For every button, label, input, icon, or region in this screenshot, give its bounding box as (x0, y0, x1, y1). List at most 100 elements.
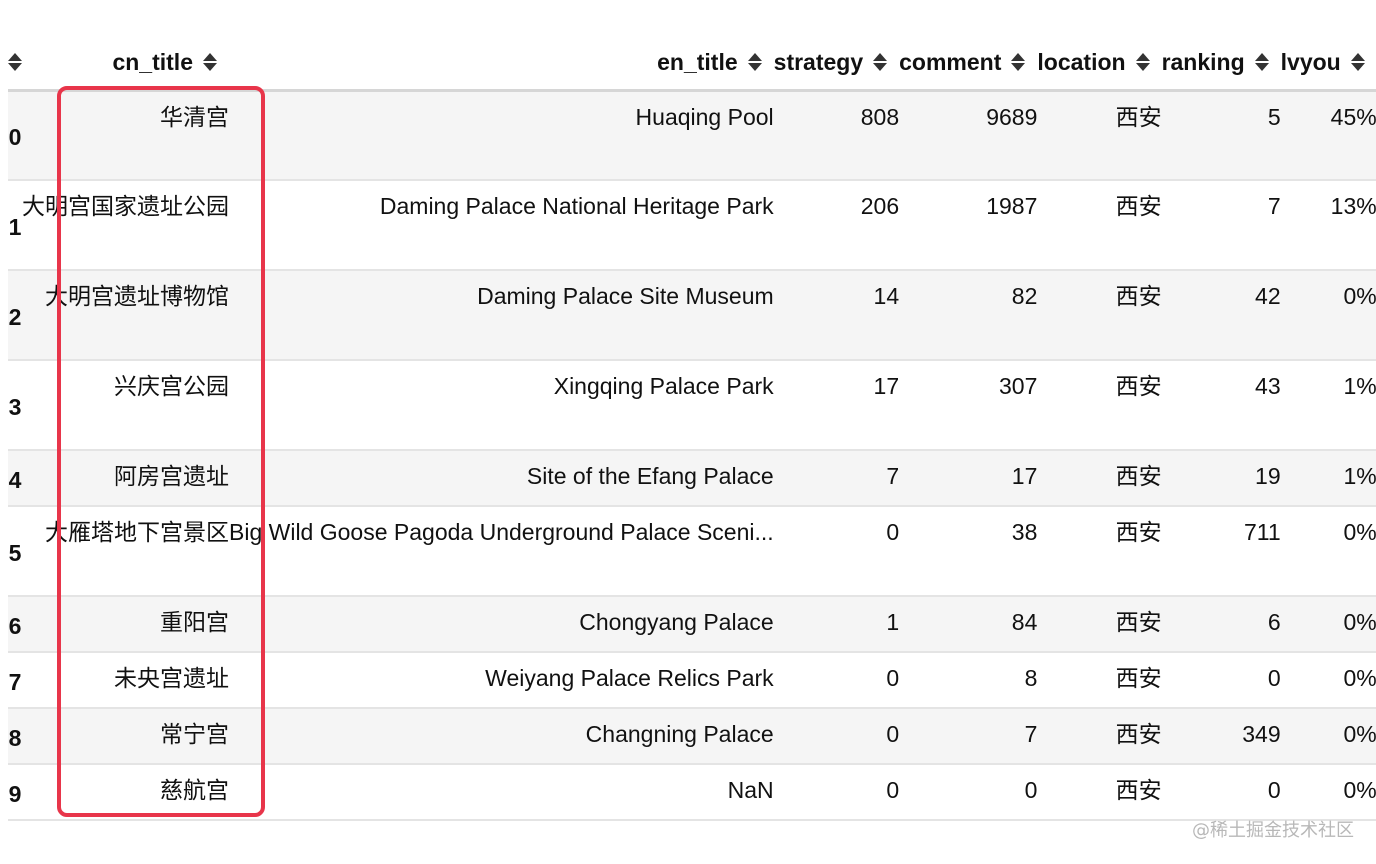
column-header-label: ranking (1161, 49, 1245, 76)
cell-location: 西安 (1115, 519, 1162, 545)
column-header-label: strategy (773, 49, 864, 76)
cell-cn-title: 兴庆宫公园 (114, 373, 229, 399)
sort-icon[interactable] (203, 52, 217, 72)
cell-ranking: 43 (1255, 373, 1281, 399)
cell-comment: 8 (1024, 665, 1038, 691)
watermark: @稀土掘金技术社区 (1192, 820, 1354, 841)
column-header-cn-title[interactable]: cn_title (22, 36, 229, 92)
column-header-location[interactable]: location (1037, 36, 1162, 92)
cell-en-title: NaN (727, 777, 774, 803)
cell-en-title: Site of the Efang Palace (526, 463, 774, 489)
cell-cn-title: 大明宫遗址博物馆 (45, 283, 229, 309)
table-row: 9 慈航宫 NaN 0 0 西安 0 0% (8, 764, 1376, 820)
column-header-label: cn_title (112, 49, 193, 76)
cell-ranking: 5 (1267, 103, 1281, 130)
cell-en-title: Weiyang Palace Relics Park (485, 665, 774, 691)
cell-comment: 17 (1011, 463, 1038, 489)
row-index: 9 (8, 781, 22, 807)
sort-icon[interactable] (1254, 52, 1269, 72)
row-index: 0 (8, 124, 22, 151)
cell-strategy: 206 (860, 193, 900, 219)
cell-cn-title: 未央宫遗址 (114, 665, 229, 691)
cell-lvyou: 0% (1343, 519, 1376, 545)
table-row: 0华清宫Huaqing Pool8089689西安545%周 (8, 90, 1376, 180)
sort-icon[interactable] (1135, 52, 1150, 72)
cell-strategy: 0 (886, 721, 900, 747)
cell-location: 西安 (1115, 463, 1162, 489)
cell-en-title: Changning Palace (585, 721, 774, 747)
row-index: 6 (8, 613, 22, 639)
dataframe-view: cn_title en_title strategy comment locat… (0, 0, 1376, 864)
row-index: 5 (8, 540, 22, 566)
cell-en-title: Big Wild Goose Pagoda Underground Palace… (229, 519, 774, 545)
sort-icon[interactable] (1011, 52, 1026, 72)
table-row: 6 重阳宫 Chongyang Palace 1 84 西安 6 0% (8, 596, 1376, 652)
column-header-label: en_title (657, 49, 738, 76)
cell-lvyou: 0% (1343, 283, 1376, 309)
cell-comment: 84 (1011, 609, 1038, 635)
index-header[interactable] (8, 36, 22, 92)
cell-location: 西安 (1115, 609, 1162, 635)
cell-ranking: 42 (1255, 283, 1281, 309)
table-row: 7 未央宫遗址 Weiyang Palace Relics Park 0 8 西安 0 0% (8, 652, 1376, 708)
column-header-label: location (1037, 49, 1126, 76)
cell-comment: 0 (1024, 777, 1038, 803)
cell-ranking: 711 (1243, 519, 1281, 545)
header-row: cn_title en_title strategy comment locat… (8, 36, 1376, 92)
cell-strategy: 17 (873, 373, 900, 399)
cell-lvyou: 0% (1343, 721, 1376, 747)
table-row: 2 大明宫遗址博物馆 Daming Palace Site Museum 14 82 西安… (8, 270, 1376, 360)
cell-cn-title: 重阳宫 (160, 609, 229, 635)
cell-comment: 38 (1011, 519, 1038, 545)
dataframe-table: cn_title en_title strategy comment locat… (8, 36, 1376, 821)
table-row: 4 阿房宫遗址 Site of the Efang Palace 7 17 西安 19 1% (8, 450, 1376, 506)
cell-strategy: 0 (886, 519, 900, 545)
cell-en-title: Huaqing Pool (635, 103, 774, 130)
column-header-ranking[interactable]: ranking (1161, 36, 1281, 92)
cell-en-title: Xingqing Palace Park (553, 373, 774, 399)
column-header-comment[interactable]: comment (899, 36, 1038, 92)
cell-comment: 1987 (986, 193, 1038, 219)
cell-lvyou: 0% (1343, 777, 1376, 803)
column-header-lvyou[interactable]: lvyou (1280, 36, 1376, 92)
sort-icon[interactable] (873, 52, 888, 72)
cell-location: 西安 (1115, 777, 1162, 803)
cell-ranking: 0 (1267, 665, 1281, 691)
cell-location: 西安 (1115, 103, 1162, 130)
cell-cn-title: 阿房宫遗址 (114, 463, 229, 489)
table-body: 0华清宫Huaqing Pool8089689西安545%周1大明宫国家遗址公园… (8, 90, 1376, 820)
cell-lvyou: 0% (1343, 609, 1376, 635)
cell-ranking: 19 (1255, 463, 1281, 489)
cell-location: 西安 (1115, 373, 1162, 399)
cell-comment: 7 (1024, 721, 1038, 747)
cell-cn-title: 华清宫 (160, 103, 229, 130)
cell-comment: 82 (1011, 283, 1038, 309)
cell-en-title: Chongyang Palace (579, 609, 774, 635)
sort-icon[interactable] (8, 52, 22, 72)
sort-icon[interactable] (747, 52, 762, 72)
sort-icon[interactable] (1350, 52, 1365, 72)
cell-cn-title: 大雁塔地下宫景区 (45, 519, 229, 545)
column-header-strategy[interactable]: strategy (773, 36, 900, 92)
cell-location: 西安 (1115, 721, 1162, 747)
cell-lvyou: 13% (1330, 193, 1376, 219)
row-index: 1 (8, 214, 22, 240)
cell-cn-title: 常宁宫 (160, 721, 229, 747)
cell-ranking: 0 (1267, 777, 1281, 803)
cell-en-title: Daming Palace Site Museum (477, 283, 774, 309)
row-index: 2 (8, 304, 22, 330)
cell-strategy: 808 (860, 103, 900, 130)
table-row: 1 大明宫国家遗址公园 Daming Palace National Heritag… (8, 180, 1376, 270)
cell-strategy: 1 (886, 609, 900, 635)
cell-strategy: 0 (886, 665, 900, 691)
cell-ranking: 6 (1267, 609, 1281, 635)
row-index: 4 (8, 467, 22, 493)
cell-ranking: 7 (1267, 193, 1281, 219)
column-header-en-title[interactable]: en_title (229, 36, 774, 92)
cell-cn-title: 慈航宫 (160, 777, 229, 803)
cell-strategy: 0 (886, 777, 900, 803)
cell-strategy: 14 (873, 283, 900, 309)
column-header-label: comment (899, 49, 1002, 76)
cell-location: 西安 (1115, 283, 1162, 309)
cell-ranking: 349 (1242, 721, 1281, 747)
